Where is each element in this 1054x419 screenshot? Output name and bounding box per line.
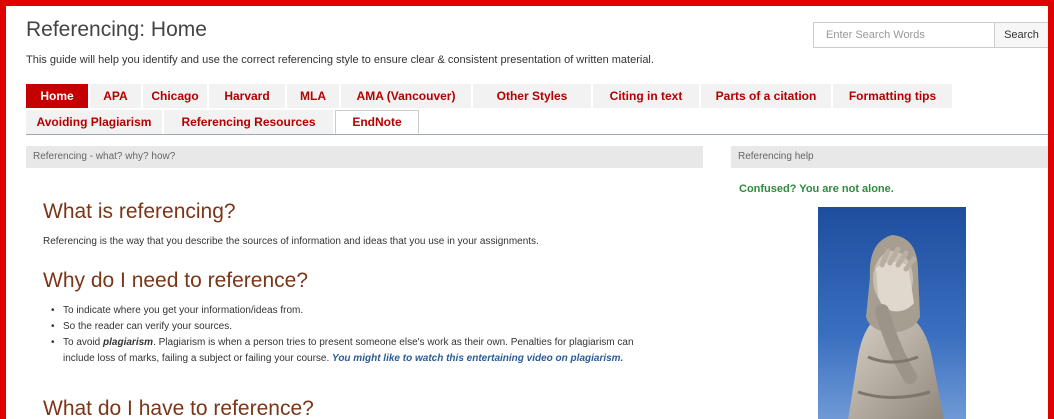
main-panel-header: Referencing - what? why? how? (26, 146, 703, 168)
list-item-text: include loss of marks, failing a subject… (63, 353, 333, 364)
facepalm-statue-image (818, 207, 966, 419)
tab-parts-of-a-citation[interactable]: Parts of a citation (701, 84, 831, 108)
list-item: So the reader can verify your sources. (43, 319, 634, 335)
list-item-text: To avoid (63, 337, 104, 348)
heading-what-is-referencing: What is referencing? (43, 200, 236, 223)
tab-endnote[interactable]: EndNote (335, 110, 419, 134)
tab-row-secondary: Avoiding Plagiarism Referencing Resource… (26, 110, 421, 134)
tab-avoiding-plagiarism[interactable]: Avoiding Plagiarism (26, 110, 162, 134)
list-item: To avoid plagiarism. Plagiarism is when … (43, 335, 634, 367)
heading-what-to-reference: What do I have to reference? (43, 397, 314, 419)
list-item: To indicate where you get your informati… (43, 303, 634, 319)
heading-why-reference: Why do I need to reference? (43, 269, 308, 292)
plagiarism-term: plagiarism (103, 337, 154, 348)
tab-apa[interactable]: APA (90, 84, 141, 108)
page-frame: Referencing: Home This guide will help y… (0, 0, 1054, 419)
plagiarism-video-link[interactable]: You might like to watch this entertainin… (332, 353, 621, 364)
tab-other-styles[interactable]: Other Styles (473, 84, 591, 108)
side-panel-header: Referencing help (731, 146, 1048, 168)
tab-row-primary: Home APA Chicago Harvard MLA AMA (Vancou… (26, 84, 954, 108)
tab-chicago[interactable]: Chicago (143, 84, 207, 108)
link-period: . (620, 353, 624, 364)
tab-harvard[interactable]: Harvard (209, 84, 285, 108)
list-item-text: . Plagiarism is when a person tries to p… (153, 337, 634, 348)
tab-formatting-tips[interactable]: Formatting tips (833, 84, 952, 108)
confused-note: Confused? You are not alone. (739, 183, 894, 195)
tab-mla[interactable]: MLA (287, 84, 339, 108)
search-button[interactable]: Search (994, 22, 1048, 48)
tab-referencing-resources[interactable]: Referencing Resources (164, 110, 333, 134)
tabs-divider (26, 134, 1048, 135)
tab-ama-vancouver[interactable]: AMA (Vancouver) (341, 84, 471, 108)
paragraph-what-is-referencing: Referencing is the way that you describe… (43, 236, 539, 247)
tab-home[interactable]: Home (26, 84, 88, 108)
why-reference-list: To indicate where you get your informati… (43, 303, 634, 367)
page-title: Referencing: Home (26, 18, 207, 41)
tab-citing-in-text[interactable]: Citing in text (593, 84, 699, 108)
guide-intro: This guide will help you identify and us… (26, 54, 654, 66)
search-input[interactable] (813, 22, 994, 48)
